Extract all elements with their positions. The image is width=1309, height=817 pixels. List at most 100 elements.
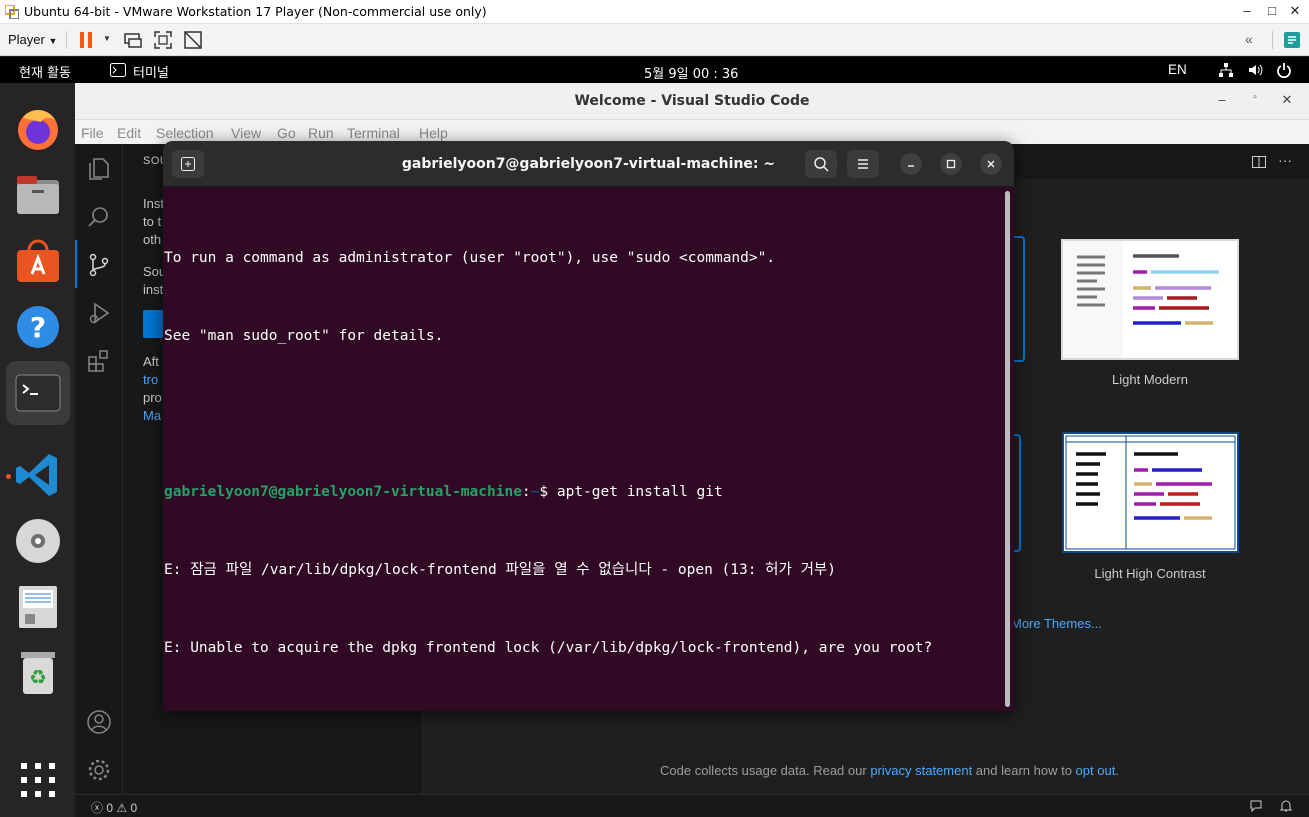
menu-run[interactable]: Run bbox=[308, 125, 334, 141]
terminal-icon[interactable] bbox=[13, 368, 63, 418]
player-menu[interactable]: Player ▼ bbox=[8, 32, 57, 47]
terminal-window: gabrielyoon7@gabrielyoon7-virtual-machin… bbox=[163, 141, 1014, 711]
minimize-icon bbox=[908, 165, 914, 167]
toolbar-divider bbox=[1272, 31, 1273, 49]
help-icon[interactable]: ? bbox=[13, 302, 63, 352]
vmware-title-bar: Ubuntu 64-bit - VMware Workstation 17 Pl… bbox=[0, 0, 1309, 24]
terminal-error-line: E: 잠금 파일 /var/lib/dpkg/lock-frontend 파일을… bbox=[164, 562, 836, 578]
unity-icon[interactable] bbox=[182, 29, 204, 51]
collapse-icon[interactable]: « bbox=[1245, 31, 1253, 47]
opt-out-link[interactable]: opt out bbox=[1076, 763, 1116, 778]
vscode-maximize-button[interactable]: ▫ bbox=[1247, 92, 1263, 103]
document-viewer-icon[interactable] bbox=[13, 582, 63, 632]
sidebar-text: to t bbox=[143, 214, 162, 229]
search-icon bbox=[814, 157, 829, 172]
close-button[interactable]: ✕ bbox=[1285, 3, 1305, 21]
warning-icon: ⚠ bbox=[116, 801, 128, 815]
vmware-window-title: Ubuntu 64-bit - VMware Workstation 17 Pl… bbox=[24, 4, 487, 19]
terminal-title: gabrielyoon7@gabrielyoon7-virtual-machin… bbox=[401, 156, 776, 172]
firefox-icon[interactable] bbox=[13, 104, 63, 154]
vscode-icon[interactable] bbox=[13, 450, 63, 500]
menu-help[interactable]: Help bbox=[419, 125, 448, 141]
footer-text: and learn how to bbox=[972, 763, 1076, 778]
terminal-search-button[interactable] bbox=[805, 150, 837, 178]
maximize-icon bbox=[946, 159, 956, 169]
activity-bar bbox=[75, 144, 123, 794]
terminal-error-line: E: Unable to acquire the dpkg frontend l… bbox=[164, 640, 933, 656]
network-icon[interactable] bbox=[1218, 62, 1234, 78]
sidebar-link[interactable]: Ma bbox=[143, 408, 161, 423]
terminal-minimize-button[interactable] bbox=[900, 153, 922, 175]
vmware-toolbar: Player ▼ ▼ « bbox=[0, 24, 1309, 56]
prompt-colon: : bbox=[521, 484, 531, 500]
files-icon[interactable] bbox=[13, 170, 63, 220]
terminal-scrollbar[interactable] bbox=[1005, 191, 1010, 707]
library-icon[interactable] bbox=[1281, 29, 1303, 51]
menu-view[interactable]: View bbox=[231, 125, 261, 141]
warning-count: 0 bbox=[130, 801, 138, 815]
maximize-button[interactable]: □ bbox=[1262, 3, 1282, 21]
explorer-icon[interactable] bbox=[86, 156, 112, 182]
menu-edit[interactable]: Edit bbox=[117, 125, 141, 141]
accounts-icon[interactable] bbox=[86, 709, 112, 735]
footer-text: Code collects usage data. Read our bbox=[660, 763, 871, 778]
ubuntu-dock: ? ♻ bbox=[0, 83, 75, 817]
sidebar-text: Aft bbox=[143, 354, 159, 369]
more-themes-link[interactable]: More Themes... bbox=[1011, 616, 1102, 631]
problems-indicator[interactable]: ⓧ 0 ⚠ 0 bbox=[91, 799, 137, 816]
sidebar-text: pro bbox=[143, 390, 162, 405]
toolbar-divider bbox=[66, 31, 67, 49]
prompt-user: gabrielyoon7@gabrielyoon7-virtual-machin… bbox=[164, 484, 522, 500]
privacy-statement-link[interactable]: privacy statement bbox=[870, 763, 972, 778]
app-center-icon[interactable] bbox=[13, 236, 63, 286]
feedback-icon[interactable] bbox=[1249, 799, 1263, 813]
run-debug-icon[interactable] bbox=[86, 300, 112, 326]
send-ctrl-alt-del-icon[interactable] bbox=[122, 29, 144, 51]
clock[interactable]: 5월 9일 00 : 36 bbox=[644, 63, 738, 82]
menu-file[interactable]: File bbox=[81, 125, 104, 141]
terminal-output[interactable]: To run a command as administrator (user … bbox=[164, 193, 1004, 711]
search-icon[interactable] bbox=[86, 204, 112, 230]
terminal-line: See "man sudo_root" for details. bbox=[164, 328, 444, 344]
source-control-icon[interactable] bbox=[86, 252, 112, 278]
activities-button[interactable]: 현재 활동 bbox=[19, 62, 71, 81]
theme-card-light-modern[interactable] bbox=[1061, 239, 1239, 360]
input-language[interactable]: EN bbox=[1168, 62, 1187, 77]
volume-icon[interactable] bbox=[1247, 62, 1263, 78]
more-actions-icon[interactable]: ··· bbox=[1278, 152, 1292, 168]
menu-go[interactable]: Go bbox=[277, 125, 296, 141]
power-icon[interactable] bbox=[1276, 62, 1292, 78]
settings-gear-icon[interactable] bbox=[86, 757, 112, 783]
terminal-close-button[interactable] bbox=[980, 153, 1002, 175]
pause-icon[interactable] bbox=[76, 29, 98, 51]
typed-command: apt-get install git bbox=[556, 484, 723, 500]
fullscreen-icon[interactable] bbox=[152, 29, 174, 51]
vscode-minimize-button[interactable]: – bbox=[1214, 92, 1230, 107]
trash-icon[interactable]: ♻ bbox=[13, 648, 63, 698]
svg-text:?: ? bbox=[30, 311, 46, 344]
terminal-header-bar: gabrielyoon7@gabrielyoon7-virtual-machin… bbox=[163, 141, 1014, 187]
terminal-app-icon bbox=[110, 63, 126, 77]
menu-terminal[interactable]: Terminal bbox=[347, 125, 400, 141]
error-icon: ⓧ bbox=[91, 801, 104, 815]
theme-card-light-high-contrast[interactable] bbox=[1062, 432, 1239, 553]
show-apps-icon[interactable] bbox=[13, 755, 63, 805]
split-editor-icon[interactable] bbox=[1251, 154, 1267, 170]
svg-text:♻: ♻ bbox=[29, 665, 47, 689]
sidebar-link[interactable]: tro bbox=[143, 372, 158, 387]
menu-selection[interactable]: Selection bbox=[156, 125, 214, 141]
vscode-window-title: Welcome - Visual Studio Code bbox=[574, 93, 810, 109]
error-count: 0 bbox=[106, 801, 114, 815]
ubuntu-top-bar: 현재 활동 터미널 5월 9일 00 : 36 EN bbox=[0, 57, 1309, 83]
pause-dropdown-icon[interactable]: ▼ bbox=[103, 34, 111, 43]
terminal-maximize-button[interactable] bbox=[940, 153, 962, 175]
terminal-line: To run a command as administrator (user … bbox=[164, 250, 776, 266]
vscode-close-button[interactable]: ✕ bbox=[1279, 92, 1295, 108]
terminal-menu-button[interactable] bbox=[847, 150, 879, 178]
extensions-icon[interactable] bbox=[86, 348, 112, 374]
minimize-button[interactable]: – bbox=[1237, 3, 1257, 21]
prompt-dollar: $ bbox=[539, 484, 557, 500]
app-menu[interactable]: 터미널 bbox=[133, 62, 169, 81]
notifications-bell-icon[interactable] bbox=[1279, 799, 1293, 813]
dvd-icon[interactable] bbox=[13, 516, 63, 566]
